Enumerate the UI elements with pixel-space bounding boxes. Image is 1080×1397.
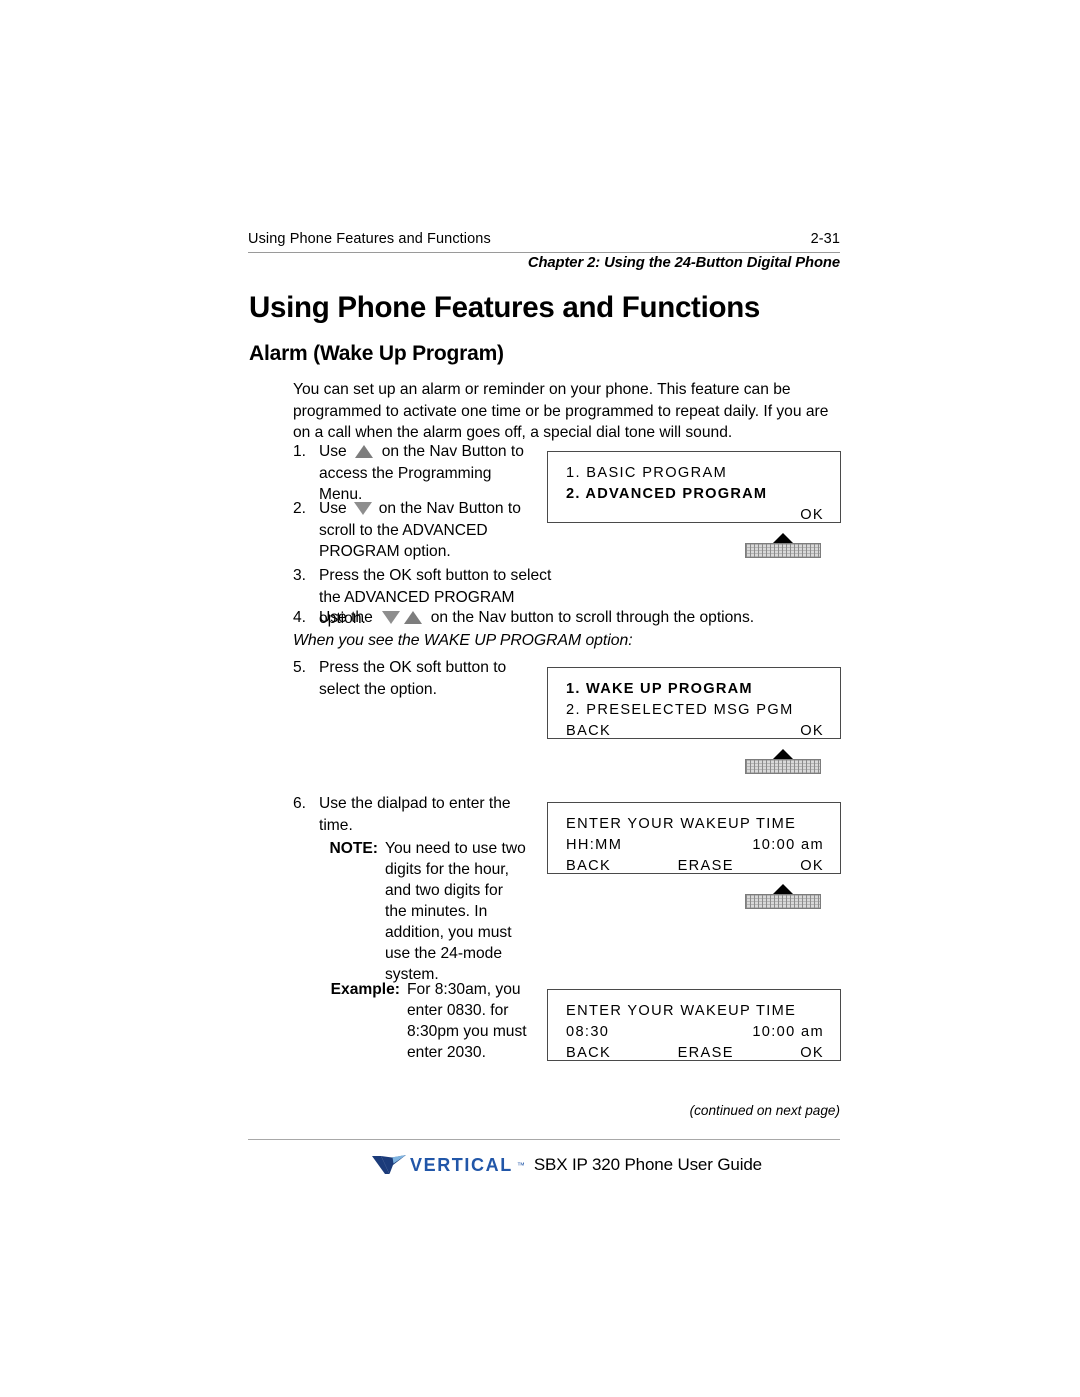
step-1-text-a: Use <box>319 443 347 460</box>
step-2-text-b: on the Nav Button to scroll to the ADVAN… <box>319 500 521 560</box>
step-1-text: Use on the Nav Button to access the Progr… <box>319 441 525 506</box>
step-6-text: Use the dialpad to enter the time. <box>319 795 511 834</box>
example-label: Example: <box>330 981 400 998</box>
lcd-screen-enter-time-filled: ENTER YOUR WAKEUP TIME 08:30 10:00 am BA… <box>547 989 841 1061</box>
step-5-number: 5. <box>293 659 307 676</box>
lcd3-softkey-back[interactable]: BACK <box>566 856 611 877</box>
footer-guide-title: SBX IP 320 Phone User Guide <box>533 1155 762 1174</box>
step-1: 1. Use on the Nav Button to access the Pr… <box>293 441 525 506</box>
note-body: You need to use two digits for the hour,… <box>385 840 526 983</box>
nav-button-graphic-2 <box>745 749 821 775</box>
nav-button-up-cap-icon <box>773 884 793 894</box>
example-block: Example: For 8:30am, you enter 0830. for… <box>331 979 531 1063</box>
lcd3-current-time: 10:00 am <box>752 837 824 853</box>
lcd2-softkey-back[interactable]: BACK <box>566 721 611 742</box>
lcd2-line-3: BACK OK <box>566 721 824 742</box>
step-4-text-b: on the Nav button to scroll through the … <box>430 609 755 626</box>
step-2-text-a: Use <box>319 500 347 517</box>
lcd1-line-2: 2. ADVANCED PROGRAM <box>566 484 824 505</box>
step-6-number: 6. <box>293 795 307 812</box>
lcd1-option-1: 1. BASIC PROGRAM <box>566 465 728 481</box>
lcd3-softkey-erase[interactable]: ERASE <box>611 856 800 877</box>
lcd3-softkey-ok[interactable]: OK <box>800 856 824 877</box>
lcd2-softkey-ok[interactable]: OK <box>800 721 824 742</box>
lcd4-line-3: BACK ERASE OK <box>566 1043 824 1064</box>
lcd3-time-field[interactable]: HH:MM <box>566 835 622 856</box>
nav-down-arrow-icon <box>353 502 372 515</box>
lcd4-time-field[interactable]: 08:30 <box>566 1022 609 1043</box>
footer-divider <box>248 1139 840 1140</box>
nav-down-arrow-icon <box>381 611 400 624</box>
step-1-number: 1. <box>293 443 307 460</box>
when-you-see-line: When you see the WAKE UP PROGRAM option: <box>293 632 633 649</box>
nav-button-up-cap-icon <box>773 533 793 543</box>
lcd3-line-2: HH:MM 10:00 am <box>566 835 824 856</box>
continued-note: (continued on next page) <box>689 1103 840 1118</box>
step-5-text: Press the OK soft button to select the o… <box>319 659 507 698</box>
step-2: 2. Use on the Nav Button to scroll to the… <box>293 498 543 563</box>
step-3-number: 3. <box>293 567 307 584</box>
vertical-logo-text: VERTICAL <box>410 1154 513 1175</box>
example-body: For 8:30am, you enter 0830. for 8:30pm y… <box>407 981 527 1061</box>
page-title: Using Phone Features and Functions <box>249 291 761 324</box>
note-block: NOTE: You need to use two digits for the… <box>329 838 528 985</box>
lcd1-option-2-selected: 2. ADVANCED PROGRAM <box>566 486 768 502</box>
lcd4-softkey-ok[interactable]: OK <box>800 1043 824 1064</box>
nav-up-arrow-icon <box>354 445 373 458</box>
lcd4-line-1: ENTER YOUR WAKEUP TIME <box>566 1001 824 1022</box>
vertical-logo: VERTICAL ™ <box>372 1153 525 1177</box>
page-number: 2-31 <box>810 231 840 247</box>
step-4-text: Use the on the Nav button to scroll throu… <box>319 607 853 629</box>
nav-button-graphic-3 <box>745 884 821 910</box>
vertical-v-logo-icon <box>372 1155 406 1174</box>
intro-paragraph: You can set up an alarm or reminder on y… <box>293 381 829 441</box>
step-4: 4. Use the on the Nav button to scroll th… <box>293 607 853 629</box>
nav-button-up-cap-icon <box>773 749 793 759</box>
lcd1-line-1: 1. BASIC PROGRAM <box>566 463 824 484</box>
lcd2-line-2: 2. PRESELECTED MSG PGM <box>566 700 824 721</box>
lcd1-softkey-ok[interactable]: OK <box>800 505 824 526</box>
document-page: Using Phone Features and Functions 2-31 … <box>0 0 1080 1397</box>
step-1-text-b: on the Nav Button to access the Programm… <box>319 443 524 503</box>
lcd2-line-1: 1. WAKE UP PROGRAM <box>566 679 824 700</box>
lcd3-prompt: ENTER YOUR WAKEUP TIME <box>566 816 797 832</box>
lcd4-softkey-back[interactable]: BACK <box>566 1043 611 1064</box>
chapter-subtitle: Chapter 2: Using the 24-Button Digital P… <box>527 255 840 271</box>
step-6: 6. Use the dialpad to enter the time. <box>293 793 518 836</box>
step-2-number: 2. <box>293 500 307 517</box>
nav-button-graphic-1 <box>745 533 821 559</box>
note-label: NOTE: <box>329 840 378 857</box>
nav-up-arrow-icon <box>403 611 422 624</box>
lcd-screen-enter-time-empty: ENTER YOUR WAKEUP TIME HH:MM 10:00 am BA… <box>547 802 841 874</box>
lcd2-option-2: 2. PRESELECTED MSG PGM <box>566 702 794 718</box>
vertical-logo-tm: ™ <box>516 1160 525 1170</box>
lcd4-line-2: 08:30 10:00 am <box>566 1022 824 1043</box>
lcd-screen-wakeup-menu: 1. WAKE UP PROGRAM 2. PRESELECTED MSG PG… <box>547 667 841 739</box>
step-4-number: 4. <box>293 609 307 626</box>
section-title: Alarm (Wake Up Program) <box>249 342 504 365</box>
lcd4-prompt: ENTER YOUR WAKEUP TIME <box>566 1003 797 1019</box>
running-header: Using Phone Features and Functions 2-31 <box>248 231 840 247</box>
lcd-screen-basic-advanced: 1. BASIC PROGRAM 2. ADVANCED PROGRAM OK <box>547 451 841 523</box>
step-4-text-a: Use the <box>319 609 373 626</box>
nav-button-bar-icon <box>745 543 821 558</box>
step-5: 5. Press the OK soft button to select th… <box>293 657 533 700</box>
lcd2-option-1-selected: 1. WAKE UP PROGRAM <box>566 681 753 697</box>
lcd4-softkey-erase[interactable]: ERASE <box>611 1043 800 1064</box>
lcd3-line-1: ENTER YOUR WAKEUP TIME <box>566 814 824 835</box>
lcd3-line-3: BACK ERASE OK <box>566 856 824 877</box>
step-2-text: Use on the Nav Button to scroll to the AD… <box>319 498 543 563</box>
lcd1-line-3: OK <box>566 505 824 526</box>
nav-button-bar-icon <box>745 759 821 774</box>
page-footer: VERTICAL ™ SBX IP 320 Phone User Guide <box>372 1153 762 1177</box>
nav-button-bar-icon <box>745 894 821 909</box>
header-divider <box>248 252 840 253</box>
running-header-title: Using Phone Features and Functions <box>248 231 491 247</box>
lcd4-current-time: 10:00 am <box>752 1024 824 1040</box>
